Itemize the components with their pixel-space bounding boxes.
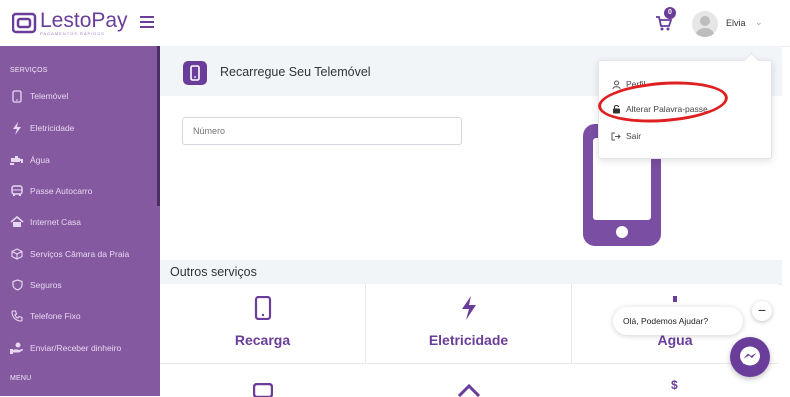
bus-icon <box>10 184 24 198</box>
service-card-eletricidade[interactable]: Eletricidade <box>366 284 572 364</box>
phone-icon <box>253 295 273 321</box>
sidebar-item-label: Telefone Fixo <box>30 311 81 321</box>
chevron-down-icon[interactable]: ⌄ <box>755 17 763 28</box>
sidebar-item-label: Telemóvel <box>30 91 69 101</box>
avatar[interactable] <box>692 11 718 37</box>
sidebar-item-label: Seguros <box>30 280 62 290</box>
sidebar-section-menu: MENU <box>10 375 32 382</box>
sidebar-item-label: Internet Casa <box>30 217 82 227</box>
service-card-label: Recarga <box>234 332 291 348</box>
cube-icon <box>10 247 24 261</box>
messenger-icon <box>740 346 760 366</box>
landline-icon <box>10 309 24 323</box>
service-card-recarga[interactable]: Recarga <box>160 284 366 364</box>
dollar-icon: $ <box>671 378 678 392</box>
top-bar: LestoPay PAGAMENTOS RÁPIDOS 0 Elvia ⌄ <box>0 0 790 47</box>
other-services-title: Outros serviços <box>170 265 257 279</box>
logout-icon <box>611 131 621 141</box>
messenger-chat-button[interactable] <box>730 337 770 377</box>
sidebar-item-label: Passe Autocarro <box>30 186 93 196</box>
menu-item-sair[interactable]: Sair <box>611 131 641 141</box>
sidebar: SERVIÇOS Telemóvel Eletricidade Água Pas… <box>0 46 160 396</box>
sidebar-item-eletricidade[interactable]: Eletricidade <box>10 120 74 136</box>
sidebar-section-services: SERVIÇOS <box>10 67 48 74</box>
cart-button[interactable]: 0 <box>654 7 676 35</box>
number-input[interactable] <box>182 117 462 145</box>
service-card-row2-2[interactable] <box>366 364 572 397</box>
phone-icon <box>10 89 24 103</box>
home-icon <box>10 215 24 229</box>
page-title: Recarregue Seu Telemóvel <box>220 65 371 79</box>
sidebar-item-telefone-fixo[interactable]: Telefone Fixo <box>10 308 81 324</box>
hand-money-icon <box>10 341 24 355</box>
chat-greeting-bubble[interactable]: Olá, Podemos Ajudar? <box>613 307 743 335</box>
shield-icon <box>10 278 24 292</box>
cart-count-badge: 0 <box>664 7 676 19</box>
sidebar-item-seguros[interactable]: Seguros <box>10 277 62 293</box>
service-card-row2-1[interactable] <box>160 364 366 397</box>
service-card-label: Eletricidade <box>428 332 509 348</box>
home-icon <box>458 383 480 397</box>
sidebar-item-passe-autocarro[interactable]: Passe Autocarro <box>10 183 92 199</box>
menu-toggle-icon[interactable] <box>140 13 154 28</box>
sidebar-item-telemovel[interactable]: Telemóvel <box>10 88 68 104</box>
sidebar-item-label: Eletricidade <box>30 123 75 133</box>
tap-icon <box>10 153 24 167</box>
sidebar-item-enviar-receber[interactable]: Enviar/Receber dinheiro <box>10 340 121 356</box>
sidebar-item-servicos-camara[interactable]: Serviços Câmara da Praia <box>10 246 129 262</box>
sidebar-item-label: Enviar/Receber dinheiro <box>30 343 122 353</box>
other-services-header: Outros serviços <box>160 260 782 285</box>
brand-name: LestoPay <box>40 9 128 32</box>
sidebar-item-internet-casa[interactable]: Internet Casa <box>10 214 81 230</box>
lestopay-logo[interactable]: LestoPay PAGAMENTOS RÁPIDOS <box>11 9 128 36</box>
sidebar-item-label: Serviços Câmara da Praia <box>30 249 130 259</box>
user-icon <box>611 79 621 89</box>
chat-close-button[interactable]: − <box>752 301 772 321</box>
phone-icon <box>183 61 207 85</box>
bus-icon <box>253 383 273 397</box>
bolt-icon <box>459 296 479 320</box>
menu-item-label: Sair <box>626 131 642 141</box>
chat-greeting-text: Olá, Podemos Ajudar? <box>623 316 709 326</box>
sidebar-item-label: Água <box>30 155 50 165</box>
logo-mark-icon <box>11 12 38 34</box>
sidebar-item-agua[interactable]: Água <box>10 152 50 168</box>
brand-tagline: PAGAMENTOS RÁPIDOS <box>40 31 105 36</box>
bolt-icon <box>10 121 24 135</box>
user-name[interactable]: Elvia <box>726 18 746 28</box>
